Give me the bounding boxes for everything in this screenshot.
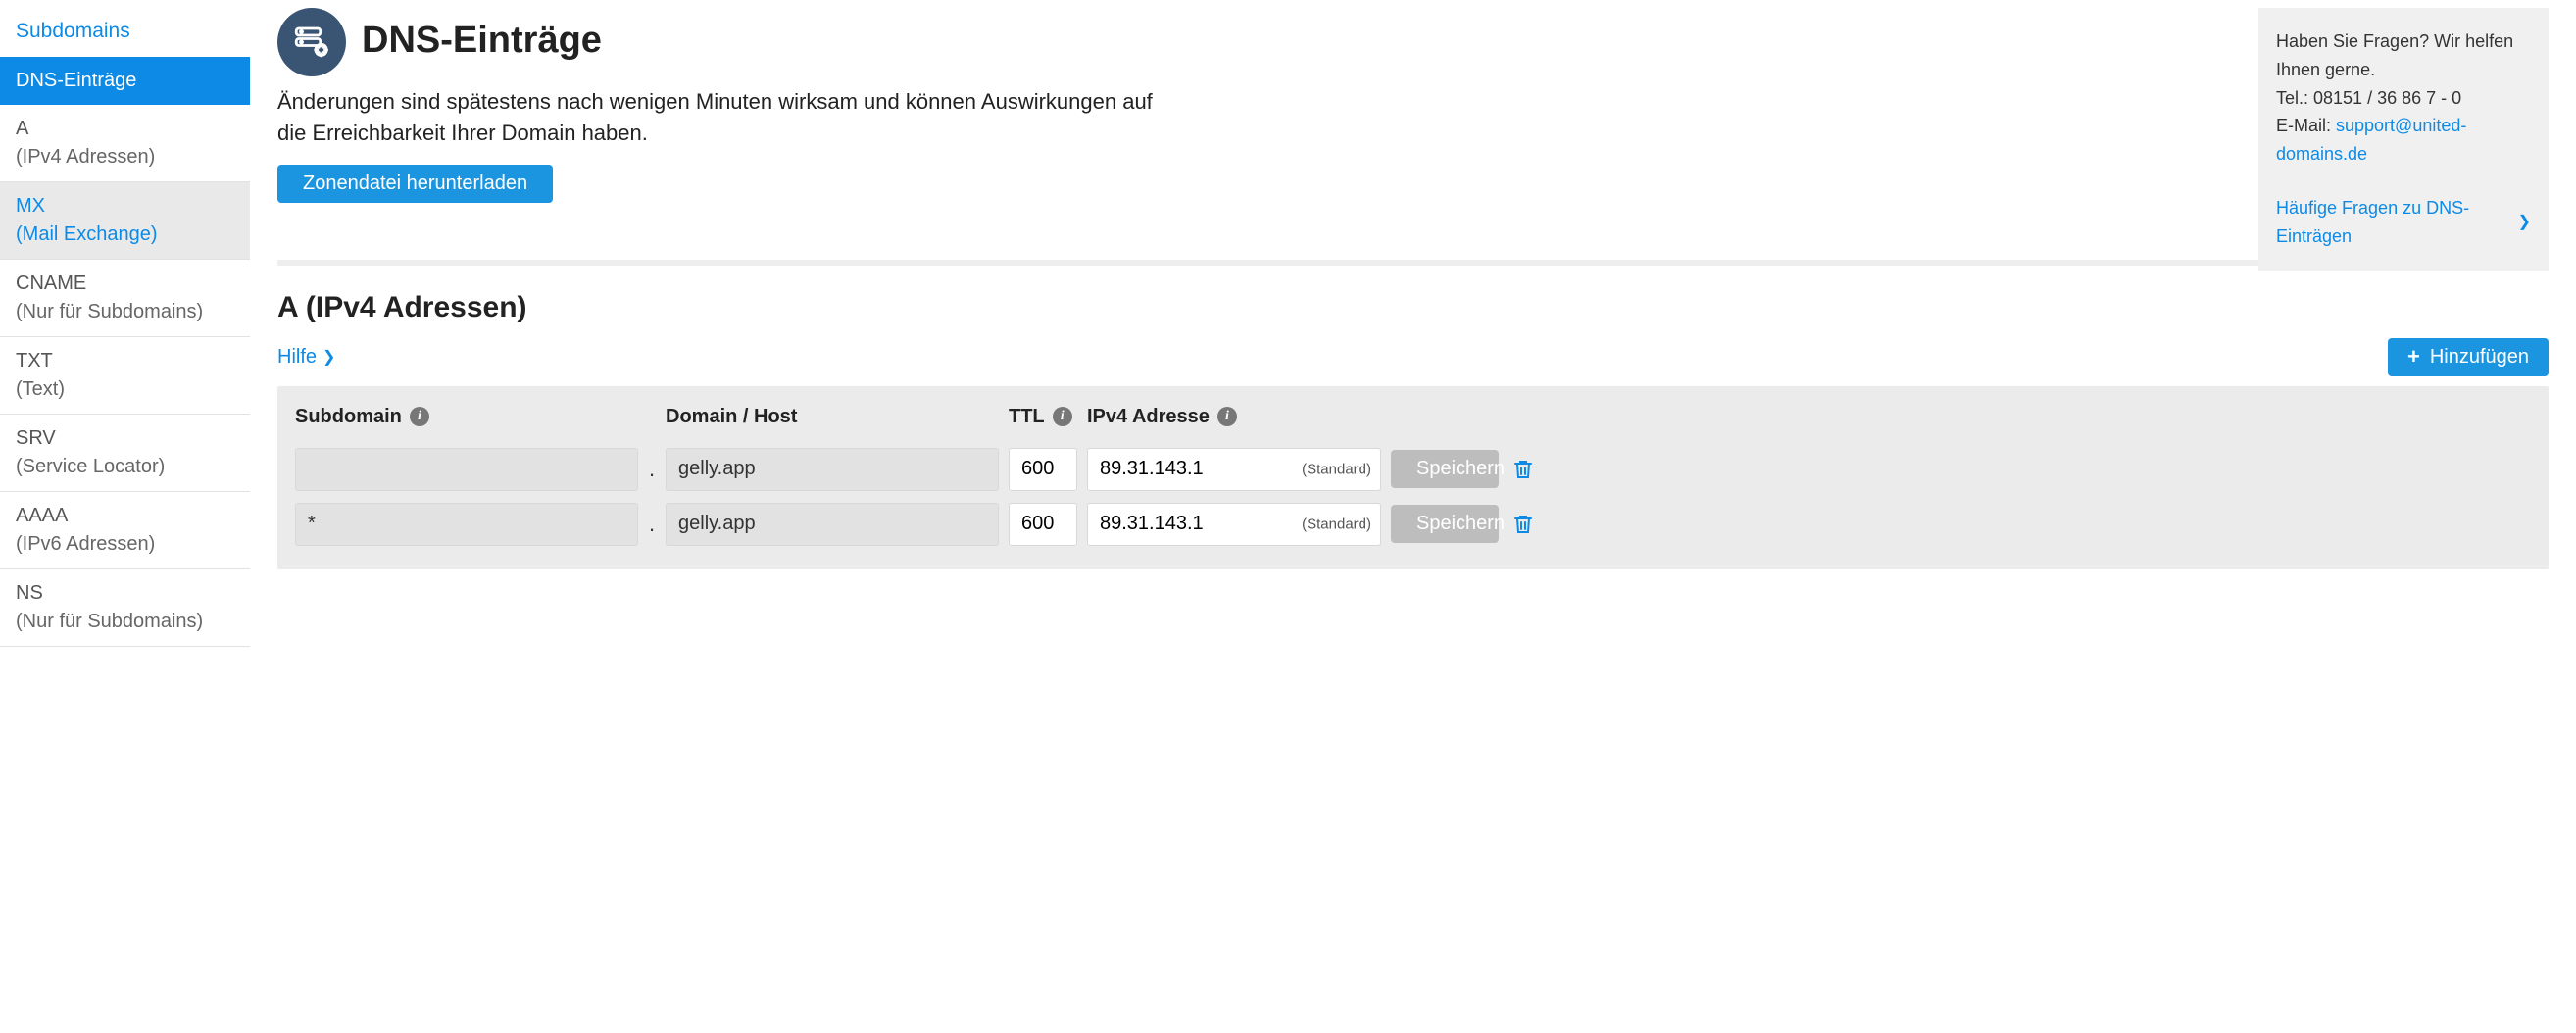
help-email: E-Mail: support@united-domains.de [2276, 112, 2531, 169]
download-zonefile-button[interactable]: Zonendatei herunterladen [277, 165, 553, 203]
sidebar-item-sublabel: (Nur für Subdomains) [16, 298, 234, 326]
page-title: DNS-Einträge [362, 20, 602, 62]
sidebar-item-label: MX [16, 192, 234, 221]
save-record-button: Speichern [1391, 505, 1499, 543]
info-icon[interactable]: i [1217, 407, 1237, 426]
sidebar-item-cname[interactable]: CNAME (Nur für Subdomains) [0, 260, 250, 337]
sidebar-item-dns[interactable]: DNS-Einträge [0, 57, 250, 105]
records-header-row: Subdomain i Domain / Host TTL i IPv4 Adr… [289, 400, 2537, 442]
sidebar-item-a[interactable]: A (IPv4 Adressen) [0, 105, 250, 182]
dot-separator: . [648, 457, 656, 482]
sidebar-item-sublabel: (IPv6 Adressen) [16, 530, 234, 559]
sidebar-item-sublabel: (IPv4 Adressen) [16, 143, 234, 172]
subdomain-input[interactable] [295, 503, 638, 546]
help-box: Haben Sie Fragen? Wir helfen Ihnen gerne… [2258, 8, 2549, 271]
delete-record-button[interactable] [1509, 513, 1538, 536]
help-tel: Tel.: 08151 / 36 86 7 - 0 [2276, 84, 2531, 113]
record-row: . (Standard) Speichern [289, 497, 2537, 552]
sidebar-item-sublabel: (Service Locator) [16, 453, 234, 481]
sidebar-item-label: TXT [16, 347, 234, 375]
sidebar-item-label: NS [16, 579, 234, 608]
col-ttl: TTL i [1009, 406, 1077, 428]
section-divider [277, 260, 2549, 266]
record-row: . (Standard) Speichern [289, 442, 2537, 497]
plus-icon: + [2407, 346, 2420, 368]
sidebar-item-ns[interactable]: NS (Nur für Subdomains) [0, 569, 250, 647]
sidebar-item-label: DNS-Einträge [16, 67, 234, 95]
col-subdomain: Subdomain i [295, 406, 638, 428]
host-input[interactable] [666, 503, 999, 546]
save-record-button: Speichern [1391, 450, 1499, 488]
sidebar-item-aaaa[interactable]: AAAA (IPv6 Adressen) [0, 492, 250, 569]
info-icon[interactable]: i [410, 407, 429, 426]
sidebar-item-sublabel: (Nur für Subdomains) [16, 608, 234, 636]
sidebar-item-label: SRV [16, 424, 234, 453]
info-icon[interactable]: i [1053, 407, 1072, 426]
sidebar: Subdomains DNS-Einträge A (IPv4 Adressen… [0, 0, 250, 647]
sidebar-item-sublabel: (Text) [16, 375, 234, 404]
section-a-help-link[interactable]: Hilfe ❯ [277, 346, 335, 369]
chevron-right-icon: ❯ [2518, 210, 2531, 235]
host-input[interactable] [666, 448, 999, 491]
chevron-right-icon: ❯ [322, 347, 335, 367]
help-intro: Haben Sie Fragen? Wir helfen Ihnen gerne… [2276, 27, 2531, 84]
sidebar-item-label: A [16, 115, 234, 143]
ttl-input[interactable] [1009, 448, 1077, 491]
main-content: Haben Sie Fragen? Wir helfen Ihnen gerne… [250, 0, 2576, 647]
delete-record-button[interactable] [1509, 458, 1538, 481]
dot-separator: . [648, 512, 656, 537]
sidebar-item-mx[interactable]: MX (Mail Exchange) [0, 182, 250, 260]
standard-label: (Standard) [1302, 516, 1371, 532]
dns-header-icon [277, 8, 346, 76]
sidebar-item-sublabel: (Mail Exchange) [16, 221, 234, 249]
sidebar-item-txt[interactable]: TXT (Text) [0, 337, 250, 415]
col-host: Domain / Host [666, 406, 999, 428]
sidebar-item-label: AAAA [16, 502, 234, 530]
col-ip: IPv4 Adresse i [1087, 406, 1381, 428]
subdomain-input[interactable] [295, 448, 638, 491]
sidebar-item-srv[interactable]: SRV (Service Locator) [0, 415, 250, 492]
standard-label: (Standard) [1302, 461, 1371, 477]
page-description: Änderungen sind spätestens nach wenigen … [277, 86, 1160, 149]
help-faq-link[interactable]: Häufige Fragen zu DNS-Einträgen ❯ [2276, 194, 2531, 251]
section-a-title: A (IPv4 Adressen) [277, 291, 2549, 324]
records-table: Subdomain i Domain / Host TTL i IPv4 Adr… [277, 386, 2549, 569]
sidebar-top-link-subdomains[interactable]: Subdomains [0, 10, 250, 57]
ttl-input[interactable] [1009, 503, 1077, 546]
sidebar-item-label: CNAME [16, 270, 234, 298]
add-record-button[interactable]: + Hinzufügen [2388, 338, 2549, 376]
